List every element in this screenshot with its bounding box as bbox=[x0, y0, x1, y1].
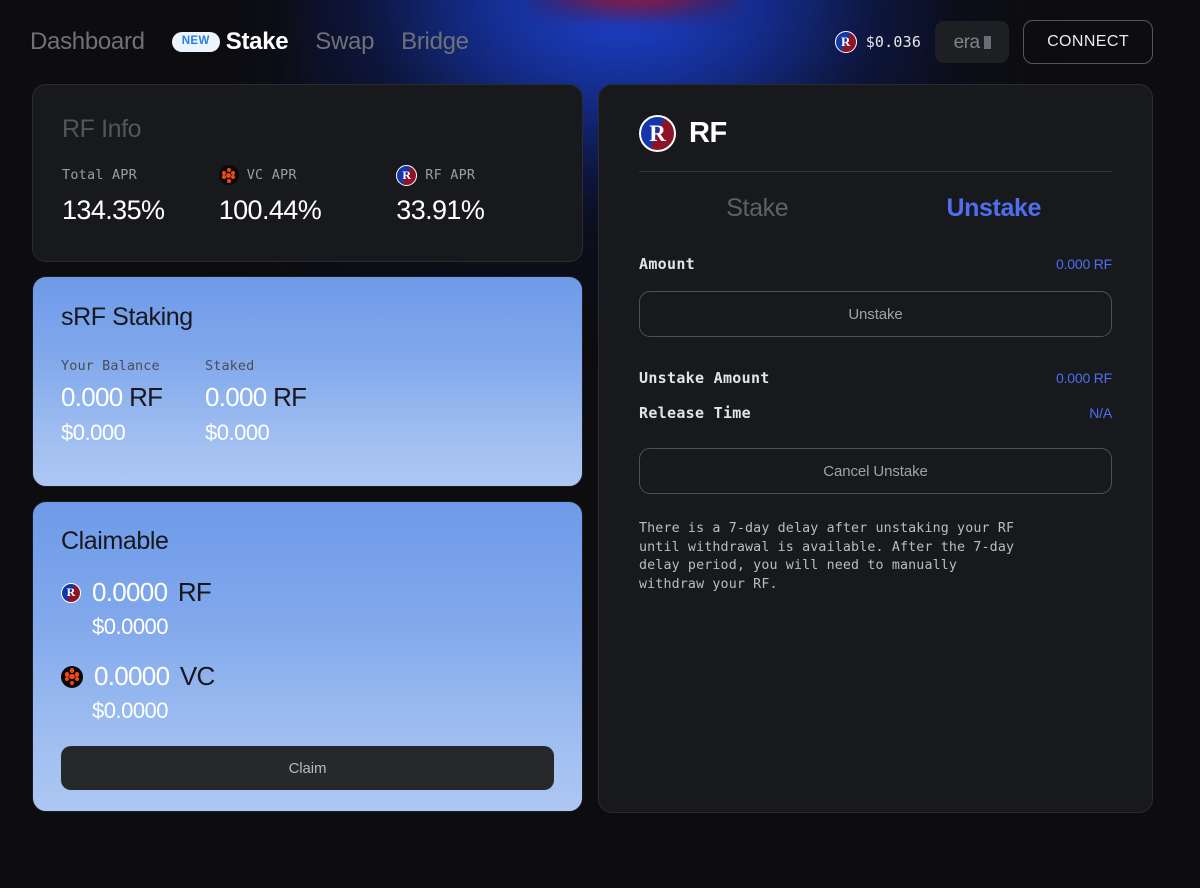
claimable-vc-usd: $0.0000 bbox=[92, 698, 169, 723]
stat-total-apr-value: 134.35% bbox=[62, 195, 165, 225]
header-actions: R $0.036 era CONNECT bbox=[834, 20, 1153, 64]
release-time-value: N/A bbox=[1089, 405, 1112, 421]
left-column: RF Info Total APR 134.35% VC APR 100.44%… bbox=[32, 84, 583, 813]
amount-label: Amount bbox=[639, 255, 695, 273]
your-balance-number: 0.000 bbox=[61, 382, 123, 412]
panel-token-title: RF bbox=[689, 117, 727, 149]
your-balance-symbol: RF bbox=[129, 382, 163, 412]
claimable-title: Claimable bbox=[61, 527, 169, 555]
tab-stake[interactable]: Stake bbox=[639, 194, 876, 223]
claimable-vc-symbol: VC bbox=[179, 661, 215, 691]
staked-usd: $0.000 bbox=[205, 420, 270, 445]
rf-token-icon: R bbox=[396, 164, 418, 186]
token-price-value: $0.036 bbox=[865, 33, 922, 51]
your-balance-amount: 0.000 RF bbox=[61, 382, 205, 413]
staked-label: Staked bbox=[205, 358, 255, 374]
primary-nav: Dashboard NEW Stake Swap Bridge bbox=[30, 28, 469, 56]
panel-tabs: Stake Unstake bbox=[639, 172, 1112, 223]
claimable-rf-usd: $0.0000 bbox=[92, 614, 169, 639]
top-navigation-bar: Dashboard NEW Stake Swap Bridge R $0.036… bbox=[0, 0, 1200, 84]
stat-rf-apr-value: 33.91% bbox=[396, 195, 485, 225]
amount-row: Amount 0.000 RF bbox=[639, 255, 1112, 273]
stat-rf-apr-label: RF APR bbox=[425, 167, 476, 183]
stake-unstake-panel: R RF Stake Unstake Amount 0.000 RF Unsta… bbox=[598, 84, 1153, 813]
era-square-icon bbox=[983, 35, 991, 49]
stat-total-apr-label: Total APR bbox=[62, 167, 137, 183]
right-column: R RF Stake Unstake Amount 0.000 RF Unsta… bbox=[598, 84, 1153, 813]
rf-info-title: RF Info bbox=[62, 115, 142, 143]
nav-item-swap[interactable]: Swap bbox=[315, 28, 374, 56]
stat-total-apr-header: Total APR bbox=[62, 164, 219, 186]
stat-vc-apr: VC APR 100.44% bbox=[218, 164, 397, 226]
rf-token-icon: R bbox=[834, 31, 857, 53]
nav-item-bridge[interactable]: Bridge bbox=[401, 28, 469, 56]
srf-staking-title: sRF Staking bbox=[61, 303, 193, 331]
nav-item-dashboard[interactable]: Dashboard bbox=[30, 28, 145, 56]
claimable-row-rf: R 0.0000 RF bbox=[61, 577, 554, 608]
staked-amount: 0.000 RF bbox=[205, 382, 349, 413]
rf-token-icon: R bbox=[639, 115, 676, 152]
network-selector-era[interactable]: era bbox=[935, 21, 1010, 63]
your-balance-label: Your Balance bbox=[61, 358, 160, 374]
stat-vc-apr-header: VC APR bbox=[218, 164, 397, 186]
your-balance-usd: $0.000 bbox=[61, 420, 126, 445]
stat-rf-apr: R RF APR 33.91% bbox=[396, 164, 553, 226]
cancel-unstake-button[interactable]: Cancel Unstake bbox=[639, 448, 1112, 494]
nav-item-stake-label: Stake bbox=[225, 28, 289, 55]
unstake-amount-label: Unstake Amount bbox=[639, 369, 770, 387]
claimable-rf-number: 0.0000 bbox=[92, 577, 168, 607]
amount-value[interactable]: 0.000 RF bbox=[1056, 256, 1112, 272]
stat-total-apr: Total APR 134.35% bbox=[62, 164, 219, 226]
claimable-rf-amount: 0.0000 RF bbox=[92, 577, 212, 608]
stat-vc-apr-value: 100.44% bbox=[218, 195, 322, 225]
unstake-button[interactable]: Unstake bbox=[639, 291, 1112, 337]
rf-info-card: RF Info Total APR 134.35% VC APR 100.44%… bbox=[32, 84, 583, 262]
balance-row: Your Balance 0.000 RF $0.000 Staked 0.00… bbox=[61, 358, 554, 446]
unstake-delay-note: There is a 7-day delay after unstaking y… bbox=[639, 521, 1015, 592]
balance-your-balance: Your Balance 0.000 RF $0.000 bbox=[61, 358, 205, 446]
release-time-label: Release Time bbox=[639, 404, 751, 422]
nav-item-stake[interactable]: NEW Stake bbox=[171, 28, 289, 56]
claimable-row-vc: 0.0000 VC bbox=[61, 661, 554, 692]
vc-token-icon bbox=[218, 165, 239, 185]
release-time-row: Release Time N/A bbox=[639, 404, 1112, 422]
panel-header: R RF bbox=[639, 115, 1112, 171]
era-logo-text: era bbox=[953, 31, 980, 53]
tab-unstake[interactable]: Unstake bbox=[876, 194, 1113, 223]
srf-staking-card: sRF Staking Your Balance 0.000 RF $0.000… bbox=[32, 276, 583, 487]
claimable-vc-amount: 0.0000 VC bbox=[94, 661, 215, 692]
stat-rf-apr-header: R RF APR bbox=[396, 164, 553, 186]
claimable-rf-symbol: RF bbox=[177, 577, 212, 607]
rf-token-icon: R bbox=[61, 582, 81, 603]
staked-number: 0.000 bbox=[205, 382, 267, 412]
claim-button[interactable]: Claim bbox=[61, 746, 554, 790]
connect-wallet-button[interactable]: CONNECT bbox=[1023, 20, 1153, 64]
claimable-vc-number: 0.0000 bbox=[94, 661, 170, 691]
balance-staked: Staked 0.000 RF $0.000 bbox=[205, 358, 349, 446]
main-content: RF Info Total APR 134.35% VC APR 100.44%… bbox=[0, 84, 1200, 813]
app-root: Dashboard NEW Stake Swap Bridge R $0.036… bbox=[0, 0, 1200, 888]
new-badge: NEW bbox=[171, 32, 220, 52]
unstake-amount-row: Unstake Amount 0.000 RF bbox=[639, 369, 1112, 387]
token-price-display: R $0.036 bbox=[834, 31, 922, 53]
unstake-amount-value: 0.000 RF bbox=[1056, 370, 1112, 386]
staked-symbol: RF bbox=[273, 382, 307, 412]
stat-vc-apr-label: VC APR bbox=[246, 167, 297, 183]
vc-token-icon bbox=[61, 665, 83, 688]
claimable-card: Claimable R 0.0000 RF $0.0000 0.0000 VC … bbox=[32, 501, 583, 812]
apr-stats-row: Total APR 134.35% VC APR 100.44% R RF AP… bbox=[62, 164, 553, 226]
